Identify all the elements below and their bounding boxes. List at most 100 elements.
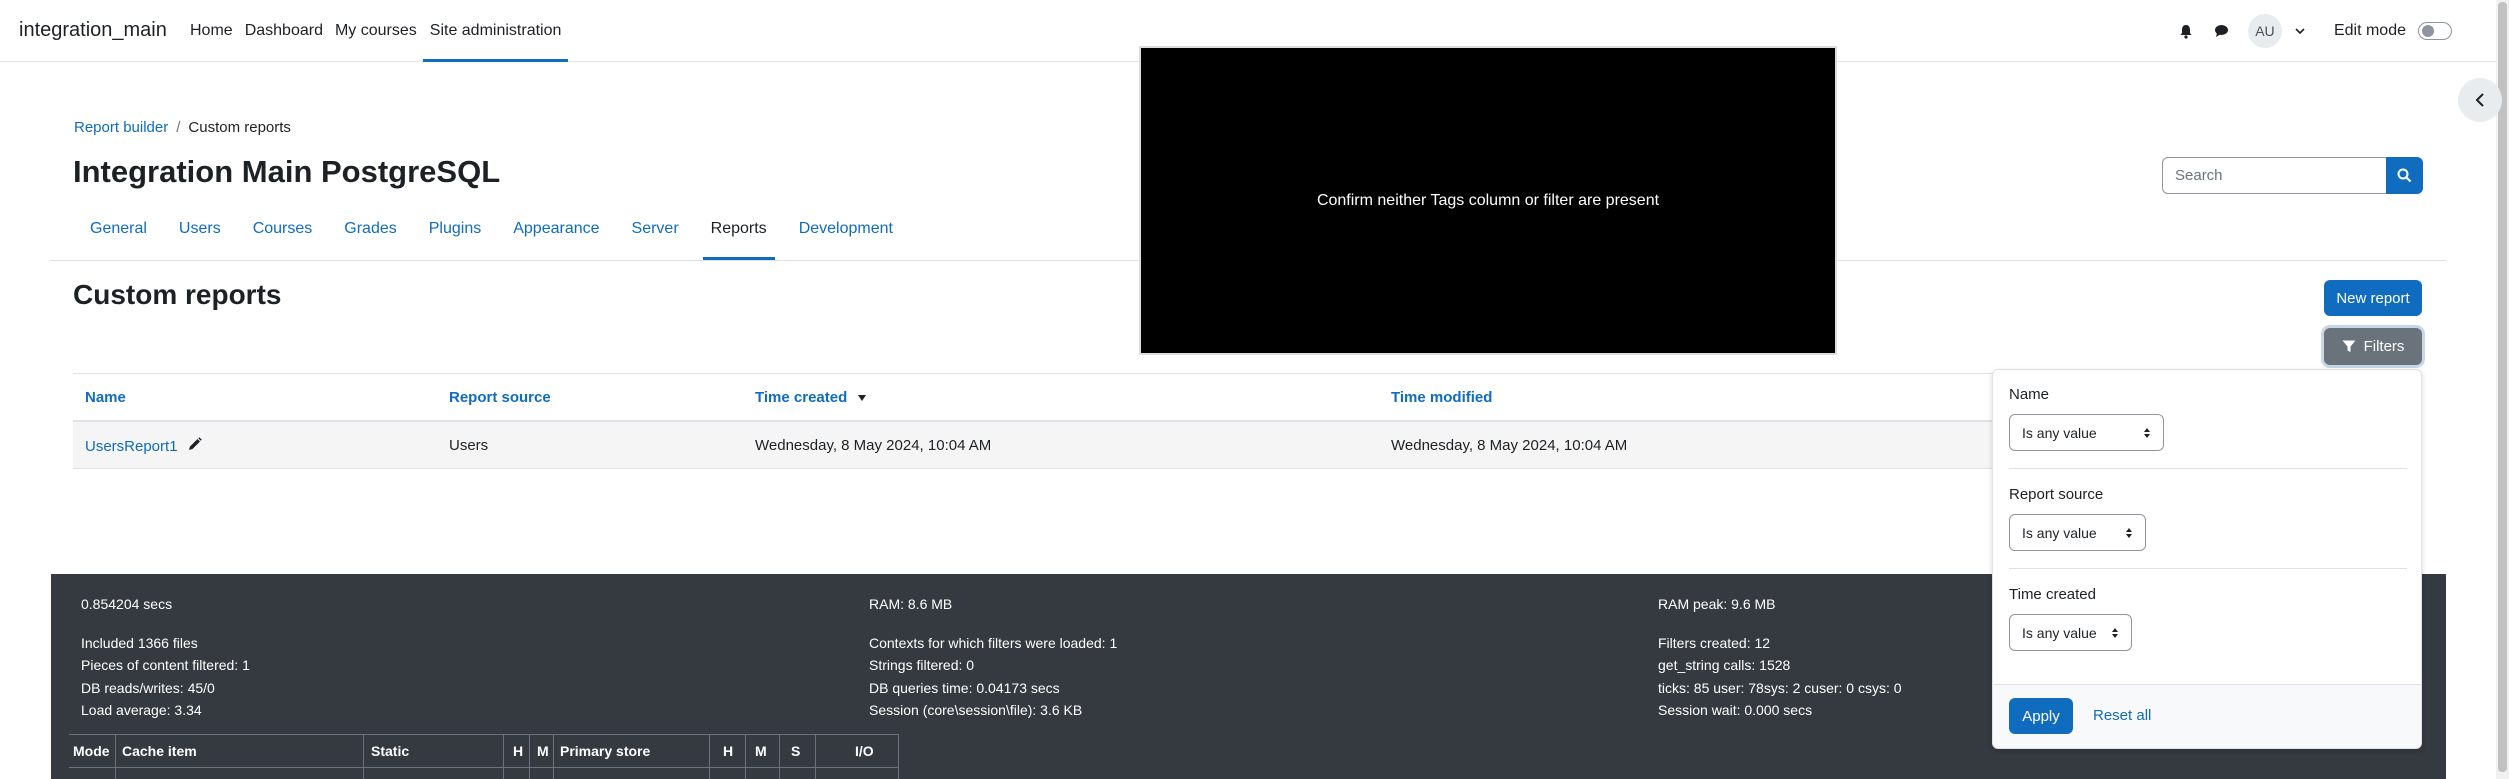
bell-icon[interactable] (2168, 13, 2204, 49)
user-avatar[interactable]: AU (2247, 14, 2282, 48)
perf-line: RAM peak: 9.6 MB (1658, 596, 1776, 612)
report-name-link[interactable]: UsersReport1 (85, 438, 178, 455)
apply-filters-button[interactable]: Apply (2009, 698, 2073, 734)
perf-line: RAM: 8.6 MB (869, 596, 953, 612)
time-created-cell: Wednesday, 8 May 2024, 10:04 AM (755, 437, 992, 454)
column-header-time-created-label: Time created (755, 389, 848, 406)
select-arrows-icon (2144, 427, 2150, 438)
tab-reports[interactable]: Reports (702, 204, 775, 260)
tab-server[interactable]: Server (624, 204, 687, 260)
sort-desc-icon (858, 395, 867, 401)
perf-line: Load average: 3.34 (81, 702, 202, 718)
tab-general[interactable]: General (74, 204, 155, 260)
filter-label-time-created: Time created (2009, 586, 2096, 603)
filter-select-time-created[interactable]: Is any value (2009, 614, 2132, 651)
perf-line: Pieces of content filtered: 1 (81, 657, 250, 673)
page-scrollbar-thumb[interactable] (2498, 2, 2507, 772)
cache-header-h: H (513, 743, 524, 759)
nav-my-courses[interactable]: My courses (329, 0, 423, 62)
edit-mode: Edit mode (2334, 22, 2452, 40)
perf-line: 0.854204 secs (81, 596, 173, 612)
select-arrows-icon (2126, 527, 2132, 538)
perf-column-2: RAM: 8.6 MB Contexts for which filters w… (869, 593, 1117, 722)
cache-header-s: S (791, 743, 801, 759)
section-title: Custom reports (73, 279, 282, 310)
filter-select-name[interactable]: Is any value (2009, 414, 2164, 451)
cache-header-static: Static (371, 743, 410, 759)
nav-site-administration[interactable]: Site administration (422, 0, 569, 62)
cache-table: Mode Cache item Static H M Primary store… (69, 734, 899, 779)
filters-dropdown: Name Is any value Report source Is any v… (1992, 369, 2422, 749)
column-header-name[interactable]: Name (85, 389, 126, 406)
message-icon[interactable] (2204, 13, 2240, 49)
select-arrows-icon (2112, 627, 2118, 638)
report-name-cell: UsersReport1 (85, 437, 202, 455)
page-title: Integration Main PostgreSQL (73, 154, 501, 189)
tab-grades[interactable]: Grades (336, 204, 404, 260)
tab-courses[interactable]: Courses (245, 204, 321, 260)
filter-select-report-source[interactable]: Is any value (2009, 514, 2146, 551)
perf-line: DB queries time: 0.04173 secs (869, 679, 1060, 696)
tab-plugins[interactable]: Plugins (421, 204, 489, 260)
edit-mode-toggle[interactable] (2418, 22, 2452, 40)
filter-group-report-source: Report source Is any value (2009, 486, 2407, 551)
breadcrumb: Report builder / Custom reports (74, 119, 291, 136)
column-header-time-created[interactable]: Time created (755, 389, 867, 406)
chevron-left-icon (2475, 93, 2484, 107)
cache-header-m2: M (755, 743, 767, 759)
cache-header-h2: H (723, 743, 734, 759)
filter-select-time-created-value: Is any value (2022, 624, 2097, 641)
column-header-report-source[interactable]: Report source (449, 389, 551, 406)
cache-header-primary-store: Primary store (560, 743, 651, 759)
filter-label-report-source: Report source (2009, 486, 2104, 503)
primary-navigation: Home Dashboard My courses Site administr… (180, 0, 569, 62)
new-report-button[interactable]: New report (2324, 280, 2422, 316)
cache-header-io: I/O (855, 743, 874, 759)
report-source-cell: Users (449, 437, 489, 454)
secondary-navigation: General Users Courses Grades Plugins App… (74, 204, 917, 260)
cache-header-m: M (537, 743, 549, 759)
filter-label-name: Name (2009, 386, 2050, 403)
overlay-text: Confirm neither Tags column or filter ar… (1316, 191, 1660, 209)
time-modified-cell: Wednesday, 8 May 2024, 10:04 AM (1391, 437, 1628, 454)
tab-users[interactable]: Users (171, 204, 229, 260)
perf-line: ticks: 85 user: 78sys: 2 cuser: 0 csys: … (1658, 679, 1902, 696)
nav-dashboard[interactable]: Dashboard (239, 0, 329, 62)
breadcrumb-custom-reports: Custom reports (188, 119, 291, 136)
breadcrumb-report-builder[interactable]: Report builder (74, 119, 168, 136)
filter-group-name: Name Is any value (2009, 386, 2407, 451)
perf-column-3: RAM peak: 9.6 MB Filters created: 12 get… (1658, 593, 1902, 722)
search-input[interactable]: Search (2162, 157, 2386, 194)
cache-header-item: Cache item (122, 743, 197, 759)
test-step-overlay: Confirm neither Tags column or filter ar… (1139, 46, 1837, 355)
filters-footer: Apply Reset all (1993, 684, 2421, 748)
perf-line: Session (core\session\file): 3.6 KB (869, 702, 1083, 718)
filter-icon (2342, 340, 2356, 352)
cache-table-header: Mode Cache item Static H M Primary store… (69, 735, 899, 768)
filters-button[interactable]: Filters (2324, 328, 2422, 365)
column-header-time-modified[interactable]: Time modified (1391, 389, 1492, 406)
nav-home[interactable]: Home (184, 0, 239, 62)
breadcrumb-separator: / (176, 119, 181, 136)
chevron-down-icon[interactable] (2292, 27, 2308, 35)
tab-development[interactable]: Development (791, 204, 901, 260)
site-brand[interactable]: integration_main (19, 19, 167, 42)
perf-line: get_string calls: 1528 (1658, 657, 1791, 673)
open-drawer-button[interactable] (2458, 78, 2502, 122)
perf-line: Filters created: 12 (1658, 634, 1771, 651)
perf-line: Session wait: 0.000 secs (1658, 702, 1813, 718)
reset-all-link[interactable]: Reset all (2093, 707, 2151, 724)
pencil-icon[interactable] (188, 437, 202, 451)
search-icon (2397, 168, 2412, 183)
search-button[interactable] (2386, 157, 2423, 194)
perf-line: Contexts for which filters were loaded: … (869, 634, 1118, 651)
filter-group-time-created: Time created Is any value (2009, 586, 2407, 651)
tab-appearance[interactable]: Appearance (505, 204, 607, 260)
filter-select-report-source-value: Is any value (2022, 524, 2097, 541)
perf-line: DB reads/writes: 45/0 (81, 679, 215, 696)
perf-line: Strings filtered: 0 (869, 657, 975, 673)
filter-select-name-value: Is any value (2022, 424, 2097, 441)
perf-line: Included 1366 files (81, 634, 198, 651)
navbar-right: AU Edit mode (2168, 0, 2452, 62)
filters-button-label: Filters (2363, 338, 2405, 355)
